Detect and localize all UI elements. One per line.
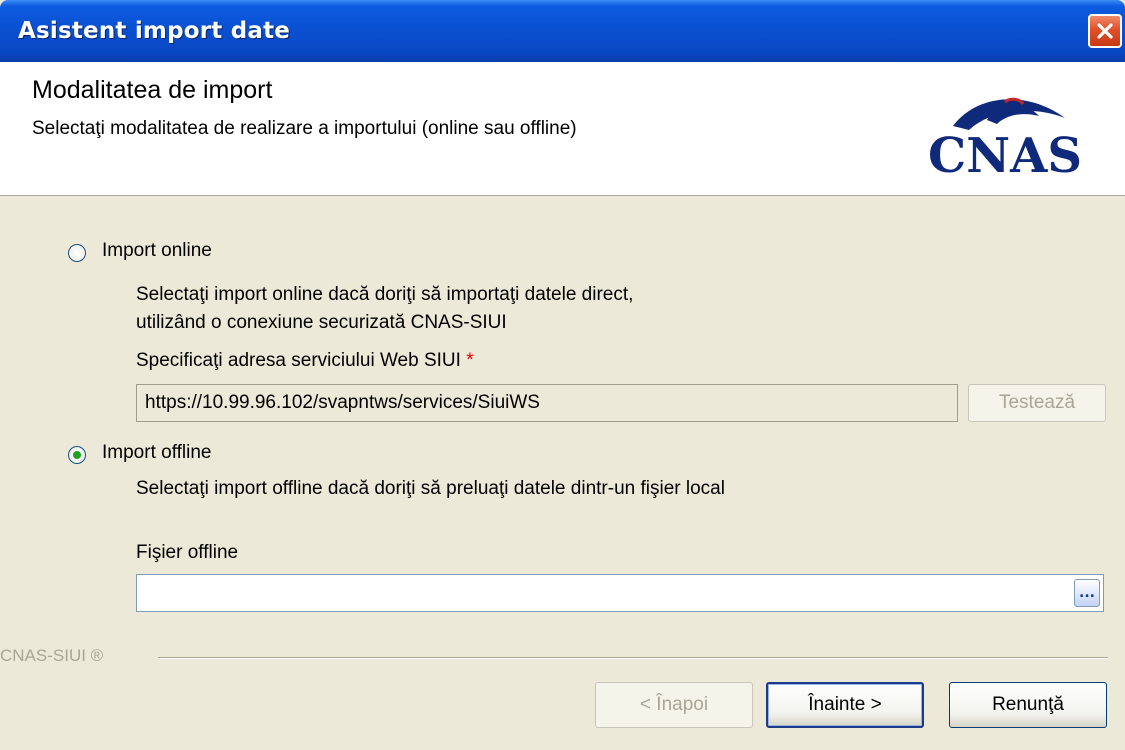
offline-file-label: Fişier offline — [136, 542, 239, 563]
import-online-radio[interactable] — [68, 244, 86, 262]
online-description-line2: utilizând o conexiune securizată CNAS-SI… — [136, 312, 507, 333]
web-service-url-label: Specificaţi adresa serviciului Web SIUI … — [136, 350, 474, 372]
cnas-logo: CNAS — [928, 97, 1082, 182]
offline-description: Selectaţi import offline dacă doriţi să … — [136, 478, 725, 499]
radio-selected-dot — [73, 451, 81, 459]
test-connection-button[interactable]: Testează — [968, 384, 1106, 422]
online-description-line1: Selectaţi import online dacă doriţi să i… — [136, 284, 634, 305]
footer-brand: CNAS-SIUI ® — [0, 646, 104, 665]
page-subtitle: Selectaţi modalitatea de realizare a imp… — [32, 118, 577, 139]
browse-file-button[interactable]: ... — [1074, 579, 1100, 607]
url-label-text: Specificaţi adresa serviciului Web SIUI — [136, 350, 461, 371]
page-title: Modalitatea de import — [32, 76, 273, 104]
window-title: Asistent import date — [18, 18, 291, 44]
import-wizard-dialog: Asistent import date Modalitatea de impo… — [0, 0, 1125, 750]
import-online-label[interactable]: Import online — [102, 240, 212, 262]
back-button[interactable]: < Înapoi — [595, 682, 753, 728]
close-button[interactable] — [1088, 14, 1122, 48]
import-offline-radio[interactable] — [68, 446, 86, 464]
svg-text:CNAS: CNAS — [928, 128, 1082, 182]
required-marker: * — [466, 350, 474, 371]
title-bar[interactable]: Asistent import date — [0, 0, 1125, 62]
import-offline-label[interactable]: Import offline — [102, 442, 211, 464]
web-service-url-input[interactable]: https://10.99.96.102/svapntws/services/S… — [136, 384, 958, 422]
offline-file-input[interactable] — [136, 574, 1104, 612]
cancel-button[interactable]: Renunţă — [949, 682, 1107, 728]
footer-divider — [158, 657, 1108, 659]
next-button[interactable]: Înainte > — [766, 682, 924, 728]
close-icon — [1097, 23, 1113, 39]
wizard-header: Modalitatea de import Selectaţi modalita… — [0, 62, 1125, 196]
